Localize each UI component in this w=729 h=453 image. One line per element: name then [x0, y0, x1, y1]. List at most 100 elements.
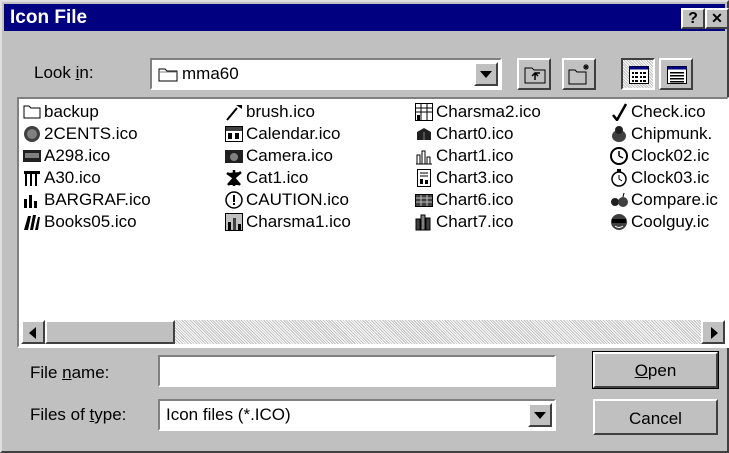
- files-of-type-value: Icon files (*.ICO): [166, 405, 291, 424]
- list-item[interactable]: Chart1.ico: [415, 145, 513, 167]
- list-item[interactable]: Clock02.ic: [610, 145, 709, 167]
- list-view-icon: [629, 66, 649, 89]
- chart-grid-icon: [415, 103, 433, 121]
- chevron-down-icon: [480, 71, 492, 78]
- list-item[interactable]: Cat1.ico: [225, 167, 308, 189]
- title-bar[interactable]: Icon File ? ✕: [4, 4, 729, 31]
- coolguy-icon: [610, 213, 628, 231]
- list-view-button[interactable]: [621, 58, 655, 90]
- fruit-compare-icon: [610, 191, 628, 209]
- files-of-type-dropdown-button[interactable]: [528, 403, 552, 427]
- cancel-button[interactable]: Cancel: [593, 399, 718, 435]
- chevron-down-icon: [534, 412, 546, 419]
- file-name-text: Clock03.ic: [631, 168, 710, 187]
- file-name-text: Chart1.ico: [436, 146, 514, 165]
- list-item[interactable]: Compare.ic: [610, 189, 718, 211]
- chipmunk-icon: [610, 125, 628, 143]
- file-name-text: Books05.ico: [44, 212, 137, 231]
- new-folder-icon: [568, 63, 592, 90]
- list-item[interactable]: BARGRAF.ico: [23, 189, 151, 211]
- list-item[interactable]: Clock03.ic: [610, 167, 709, 189]
- file-name-text: 2CENTS.ico: [44, 124, 138, 143]
- list-item[interactable]: CAUTION.ico: [225, 189, 349, 211]
- list-item[interactable]: Chart0.ico: [415, 123, 513, 145]
- cancel-button-label: Cancel: [629, 409, 682, 428]
- coin-icon: [23, 125, 41, 143]
- clock-icon: [610, 147, 628, 165]
- icon-file-dialog: Icon File ? ✕ Look in: mma60 backup 2CEN…: [0, 0, 729, 453]
- list-item[interactable]: Chart6.ico: [415, 189, 513, 211]
- file-name-text: Charsma2.ico: [436, 102, 541, 121]
- file-list[interactable]: backup 2CENTS.ico A298.ico A30.ico BARGRAF.i…: [17, 97, 729, 348]
- chart-3d-icon: [415, 125, 433, 143]
- look-in-combobox[interactable]: mma60: [150, 58, 502, 90]
- file-name-text: Calendar.ico: [246, 124, 341, 143]
- open-button[interactable]: Open: [592, 351, 719, 389]
- file-name-text: Chart3.ico: [436, 168, 514, 187]
- camera-icon: [225, 147, 243, 165]
- document-chart-icon: [415, 169, 433, 187]
- list-item[interactable]: backup: [23, 101, 99, 123]
- stack-chart-icon: [415, 213, 433, 231]
- list-item[interactable]: A298.ico: [23, 145, 110, 167]
- list-item[interactable]: 2CENTS.ico: [23, 123, 138, 145]
- scroll-right-button[interactable]: [701, 320, 725, 344]
- look-in-value: mma60: [182, 64, 239, 83]
- alarm-clock-icon: [610, 169, 628, 187]
- file-name-text: A30.ico: [44, 168, 101, 187]
- caution-icon: [225, 191, 243, 209]
- file-name-input[interactable]: [158, 355, 556, 387]
- file-name-text: A298.ico: [44, 146, 111, 165]
- arrow-left-icon: [29, 327, 36, 339]
- up-one-level-button[interactable]: [517, 58, 551, 90]
- list-item[interactable]: Camera.ico: [225, 145, 333, 167]
- file-name-text: Camera.ico: [246, 146, 333, 165]
- scroll-left-button[interactable]: [21, 320, 45, 344]
- list-item[interactable]: Check.ico: [610, 101, 706, 123]
- keyboard-icon: [23, 147, 41, 165]
- list-item[interactable]: Chart3.ico: [415, 167, 513, 189]
- table-chart-icon: [415, 191, 433, 209]
- file-name-text: Charsma1.ico: [246, 212, 351, 231]
- close-button[interactable]: ✕: [705, 8, 729, 29]
- file-name-text: Clock02.ic: [631, 146, 710, 165]
- list-item[interactable]: brush.ico: [225, 101, 315, 123]
- help-icon: ?: [688, 10, 698, 27]
- bar-graph-icon: [23, 191, 41, 209]
- file-name-text: BARGRAF.ico: [44, 190, 151, 209]
- look-in-label: Look in:: [34, 63, 94, 82]
- files-of-type-combobox[interactable]: Icon files (*.ICO): [158, 399, 556, 431]
- file-name-text: Check.ico: [631, 102, 706, 121]
- file-name-text: Coolguy.ic: [631, 212, 710, 231]
- list-item[interactable]: Coolguy.ic: [610, 211, 709, 233]
- list-item[interactable]: Chart7.ico: [415, 211, 513, 233]
- file-name-text: Chart0.ico: [436, 124, 514, 143]
- details-view-button[interactable]: [659, 58, 693, 90]
- look-in-dropdown-button[interactable]: [474, 62, 498, 86]
- folder-icon: [23, 103, 41, 121]
- details-view-icon: [667, 66, 687, 89]
- close-icon: ✕: [711, 10, 723, 26]
- open-button-label: Open: [634, 361, 677, 380]
- help-button[interactable]: ?: [681, 8, 705, 29]
- files-of-type-label: Files of type:: [30, 405, 127, 424]
- list-item[interactable]: Charsma2.ico: [415, 101, 541, 123]
- building-icon: [23, 169, 41, 187]
- file-name-text: Chipmunk.: [631, 124, 713, 143]
- file-name-text: backup: [44, 102, 99, 121]
- horizontal-scrollbar[interactable]: [21, 320, 725, 344]
- list-item[interactable]: A30.ico: [23, 167, 101, 189]
- file-name-text: CAUTION.ico: [246, 190, 349, 209]
- create-new-folder-button[interactable]: [562, 58, 596, 90]
- scroll-thumb[interactable]: [45, 320, 175, 344]
- books-icon: [23, 213, 41, 231]
- file-name-text: Compare.ic: [631, 190, 718, 209]
- list-item[interactable]: Books05.ico: [23, 211, 137, 233]
- list-item[interactable]: Chipmunk.: [610, 123, 712, 145]
- up-folder-icon: [524, 64, 546, 89]
- list-item[interactable]: Charsma1.ico: [225, 211, 351, 233]
- file-name-label: File name:: [30, 363, 110, 382]
- bar-chart-icon: [415, 147, 433, 165]
- list-item[interactable]: Calendar.ico: [225, 123, 341, 145]
- arrow-right-icon: [711, 327, 718, 339]
